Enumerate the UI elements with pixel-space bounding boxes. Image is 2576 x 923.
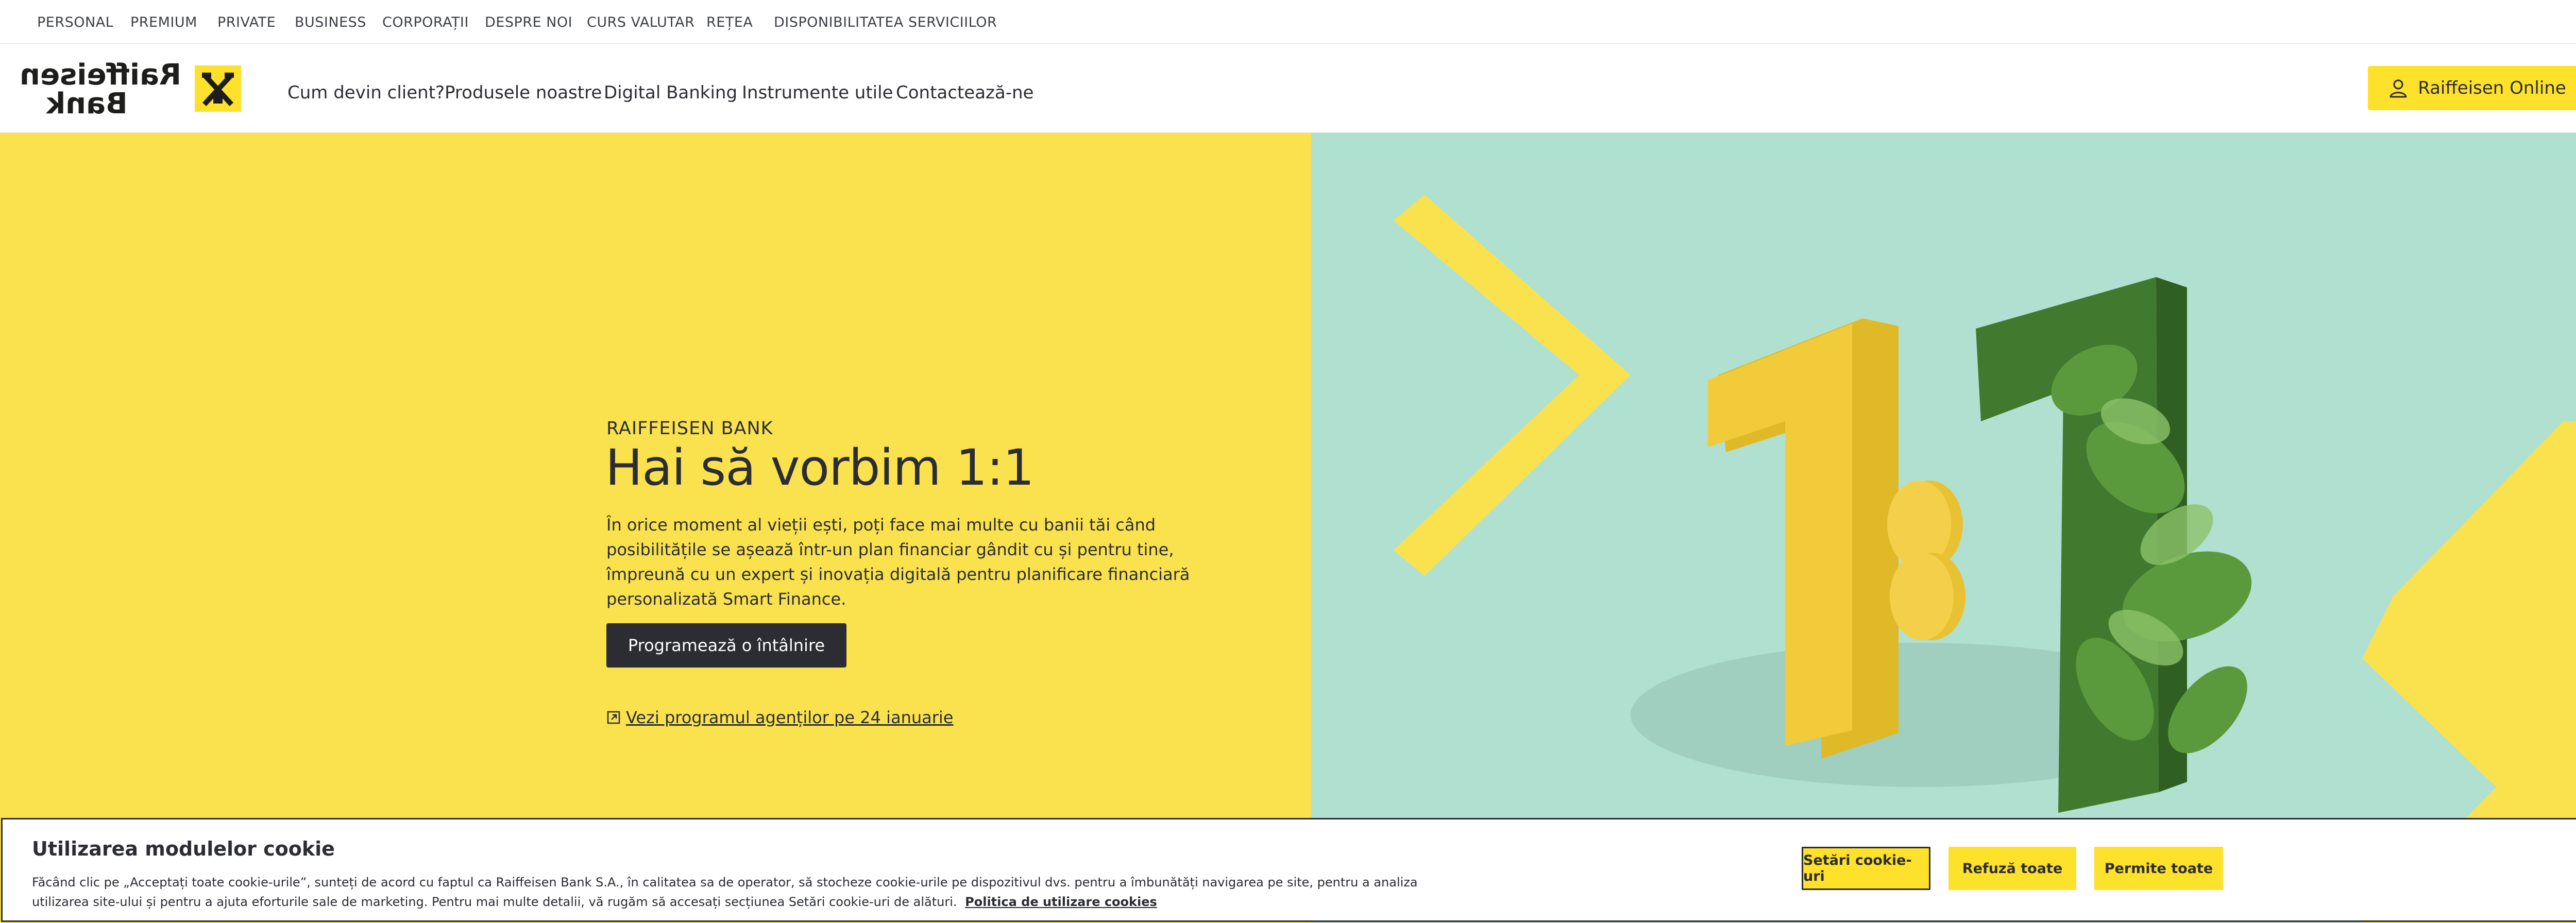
top-nav-curs-valutar[interactable]: CURS VALUTAR bbox=[587, 14, 694, 30]
cookie-banner-body: Făcând clic pe „Acceptați toate cookie-u… bbox=[32, 875, 1418, 909]
top-nav-disponibilitatea[interactable]: DISPONIBILITATEA SERVICIILOR bbox=[774, 14, 997, 30]
hero-illustration bbox=[1394, 195, 2576, 923]
hero-title: Hai să vorbim 1:1 bbox=[605, 439, 1035, 497]
nav-produsele-noastre[interactable]: Produsele noastre bbox=[445, 82, 602, 103]
cookie-banner-title: Utilizarea modulelor cookie bbox=[32, 837, 335, 860]
agents-schedule-link[interactable]: Vezi programul agenților pe 24 ianuarie bbox=[606, 708, 953, 727]
accept-all-cookies-button[interactable]: Permite toate bbox=[2094, 847, 2223, 890]
schedule-meeting-button[interactable]: Programează o întâlnire bbox=[606, 623, 846, 668]
top-nav-retea[interactable]: REȚEA bbox=[706, 14, 753, 30]
top-nav-personal[interactable]: PERSONAL bbox=[37, 14, 113, 30]
cookie-policy-link[interactable]: Politica de utilizare cookies bbox=[965, 895, 1157, 909]
user-icon bbox=[2389, 79, 2407, 98]
raiffeisen-gable-cross-icon[interactable] bbox=[195, 65, 241, 112]
agents-schedule-link-label: Vezi programul agenților pe 24 ianuarie bbox=[626, 708, 954, 727]
nav-cum-devin-client[interactable]: Cum devin client? bbox=[287, 82, 445, 103]
nav-instrumente-utile[interactable]: Instrumente utile bbox=[742, 82, 893, 103]
nav-digital-banking[interactable]: Digital Banking bbox=[604, 82, 737, 103]
logo-wordmark[interactable]: Raiffeisen Bank bbox=[20, 58, 181, 121]
nav-contacteaza-ne[interactable]: Contactează-ne bbox=[896, 82, 1033, 103]
top-utility-bar: PERSONAL PREMIUM PRIVATE BUSINESS CORPOR… bbox=[0, 0, 2576, 44]
refuse-all-cookies-button[interactable]: Refuză toate bbox=[1948, 847, 2076, 890]
top-nav-corporatii[interactable]: CORPORAȚII bbox=[382, 14, 469, 30]
colon-bottom-dot bbox=[1890, 553, 1954, 640]
top-nav-private[interactable]: PRIVATE bbox=[217, 14, 276, 30]
cookie-banner-text: Făcând clic pe „Acceptați toate cookie-u… bbox=[32, 873, 1454, 912]
raiffeisen-online-label: Raiffeisen Online bbox=[2418, 78, 2566, 98]
top-nav-premium[interactable]: PREMIUM bbox=[130, 14, 197, 30]
raiffeisen-online-button[interactable]: Raiffeisen Online bbox=[2368, 66, 2576, 110]
hero-image-panel bbox=[1311, 133, 2576, 923]
chevron-left-shape bbox=[1394, 195, 1631, 576]
external-link-icon bbox=[607, 711, 620, 724]
hero-eyebrow: RAIFFEISEN BANK bbox=[606, 418, 773, 439]
top-nav-business[interactable]: BUSINESS bbox=[295, 14, 366, 30]
hero-description: În orice moment al vieții ești, poți fac… bbox=[606, 515, 1190, 609]
cookie-settings-button[interactable]: Setări cookie-uri bbox=[1802, 847, 1930, 890]
top-nav-despre-noi[interactable]: DESPRE NOI bbox=[485, 14, 572, 30]
